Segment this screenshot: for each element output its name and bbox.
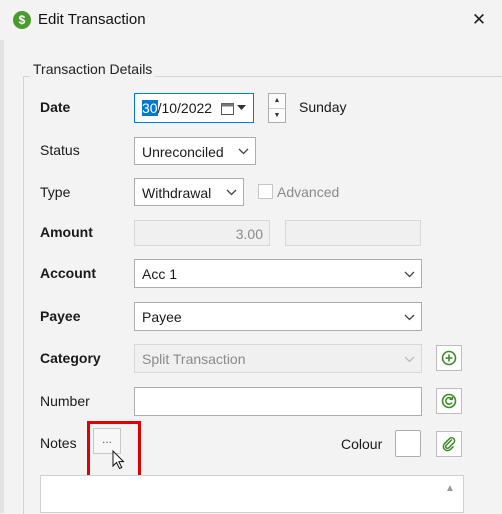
amount-value: 3.00 [235, 226, 263, 242]
weekday-text: Sunday [299, 99, 347, 115]
number-label: Number [40, 393, 90, 409]
paperclip-icon [442, 436, 456, 452]
category-value: Split Transaction [142, 351, 246, 367]
notes-textarea[interactable] [40, 475, 464, 513]
type-select[interactable]: Withdrawal [134, 178, 244, 206]
category-select: Split Transaction [134, 344, 422, 373]
status-label: Status [40, 142, 80, 158]
group-legend: Transaction Details [30, 61, 156, 77]
close-button[interactable]: ✕ [466, 8, 492, 32]
category-label: Category [40, 350, 101, 366]
chevron-down-icon [404, 314, 415, 321]
colour-picker[interactable] [395, 430, 421, 457]
refresh-icon [441, 393, 457, 409]
spin-up-icon[interactable]: ▲ [269, 94, 285, 108]
payee-label: Payee [40, 308, 81, 324]
notes-label: Notes [40, 435, 77, 451]
account-label: Account [40, 265, 96, 281]
cursor-pointer-icon [112, 450, 125, 470]
date-spinner[interactable]: ▲ ▼ [268, 93, 286, 123]
date-label: Date [40, 99, 71, 115]
calendar-icon[interactable] [221, 102, 235, 115]
colour-label: Colour [341, 436, 383, 452]
window-title: Edit Transaction [38, 11, 146, 28]
account-select[interactable]: Acc 1 [134, 259, 422, 288]
type-label: Type [40, 184, 71, 200]
chevron-down-icon[interactable] [237, 105, 246, 111]
amount-label: Amount [40, 224, 93, 240]
payee-value: Payee [142, 309, 182, 325]
payee-select[interactable]: Payee [134, 302, 422, 331]
plus-circle-icon [441, 350, 457, 366]
chevron-down-icon [238, 148, 249, 155]
type-value: Withdrawal [142, 185, 212, 201]
date-day-selected: 30 [142, 100, 158, 116]
amount-field: 3.00 [134, 220, 270, 246]
chevron-down-icon [404, 356, 415, 363]
chevron-down-icon [226, 189, 237, 196]
advanced-checkbox[interactable] [258, 184, 273, 199]
refresh-number-button[interactable] [436, 388, 462, 414]
add-category-button[interactable] [436, 345, 462, 371]
number-input[interactable] [134, 387, 422, 416]
scroll-up-icon[interactable]: ▲ [445, 483, 455, 494]
chevron-down-icon [404, 271, 415, 278]
status-select[interactable]: Unreconciled [134, 137, 256, 165]
title-bar: $ Edit Transaction ✕ [0, 0, 502, 40]
attach-button[interactable] [436, 431, 462, 457]
amount-second-field [285, 220, 421, 246]
date-rest: /10/2022 [157, 100, 213, 116]
date-picker[interactable]: 30/10/2022 [134, 93, 254, 123]
advanced-label: Advanced [277, 184, 340, 200]
account-value: Acc 1 [142, 266, 178, 282]
spin-down-icon[interactable]: ▼ [269, 108, 285, 123]
dollar-app-icon: $ [13, 11, 31, 29]
status-value: Unreconciled [142, 144, 224, 160]
